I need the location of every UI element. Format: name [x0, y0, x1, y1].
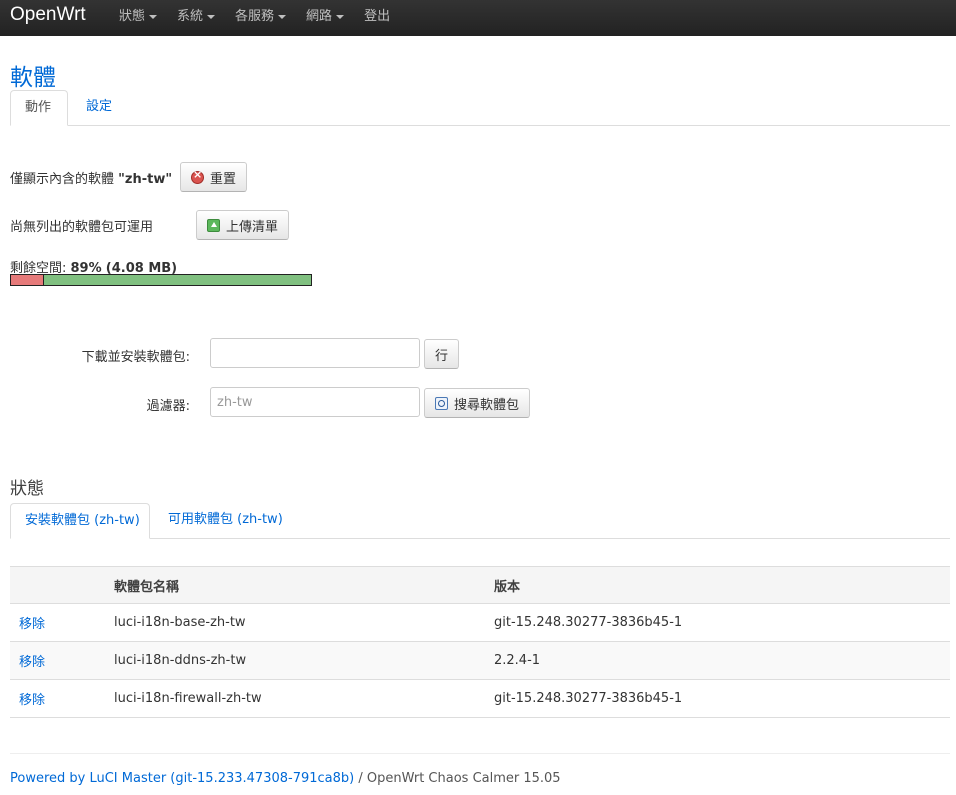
menu-status-label: 狀態	[119, 9, 146, 24]
install-package-input[interactable]	[210, 338, 420, 368]
filter-input[interactable]	[210, 387, 420, 417]
menu-system-label: 系統	[177, 9, 204, 24]
package-version: git-15.248.30277-3836b45-1	[485, 679, 950, 718]
no-list-notice: 尚無列出的軟體包可運用	[10, 220, 154, 235]
package-name: luci-i18n-base-zh-tw	[105, 603, 485, 642]
caret-down-icon	[207, 14, 216, 19]
table-row: 移除 luci-i18n-firewall-zh-tw git-15.248.3…	[10, 679, 950, 718]
menu-network-label: 網路	[306, 9, 333, 24]
menu-logout-label: 登出	[364, 9, 391, 24]
menu-logout[interactable]: 登出	[364, 0, 410, 36]
install-label: 下載並安裝軟體包:	[81, 350, 190, 365]
upload-list-button[interactable]: 上傳清單	[196, 210, 290, 240]
search-icon	[435, 396, 448, 410]
filter-label: 過濾器:	[146, 399, 190, 414]
status-section-title: 狀態	[10, 479, 44, 499]
tab-settings[interactable]: 設定	[72, 90, 126, 126]
footer-version: / OpenWrt Chaos Calmer 15.05	[354, 771, 561, 786]
filter-notice: 僅顯示內含的軟體 "zh-tw"	[10, 168, 172, 187]
remove-cell: 移除	[10, 679, 105, 718]
free-space-bar	[10, 274, 312, 286]
upload-icon	[207, 218, 220, 232]
reset-icon	[191, 168, 204, 184]
filter-notice-value: "zh-tw"	[118, 172, 173, 187]
header-version: 版本	[485, 566, 950, 604]
luci-link[interactable]: Powered by LuCI Master (git-15.233.47308…	[10, 771, 354, 786]
search-packages-button[interactable]: 搜尋軟體包	[424, 388, 531, 418]
footer-divider	[10, 753, 950, 754]
reset-button[interactable]: 重置	[180, 162, 248, 192]
package-name: luci-i18n-firewall-zh-tw	[105, 679, 485, 718]
reset-button-label: 重置	[210, 171, 237, 187]
filter-notice-text: 僅顯示內含的軟體	[10, 172, 119, 187]
table-row: 移除 luci-i18n-ddns-zh-tw 2.2.4-1	[10, 641, 950, 680]
caret-down-icon	[336, 14, 345, 19]
upload-button-label: 上傳清單	[226, 219, 279, 235]
install-go-button[interactable]: 行	[424, 339, 460, 369]
package-version: 2.2.4-1	[485, 641, 950, 680]
remove-cell: 移除	[10, 641, 105, 680]
menu-services[interactable]: 各服務	[235, 0, 306, 36]
package-version: git-15.248.30277-3836b45-1	[485, 603, 950, 642]
used-space-fill	[11, 275, 44, 285]
tab-installed-packages[interactable]: 安裝軟體包 (zh-tw)	[10, 503, 150, 539]
menu-network[interactable]: 網路	[306, 0, 364, 36]
menu-system[interactable]: 系統	[177, 0, 235, 36]
menu-status[interactable]: 狀態	[119, 0, 177, 36]
tab-actions[interactable]: 動作	[10, 90, 68, 126]
search-packages-label: 搜尋軟體包	[454, 397, 520, 413]
remove-link[interactable]: 移除	[19, 655, 45, 670]
top-navbar: OpenWrt 狀態 系統 各服務 網路 登出	[0, 0, 956, 36]
install-go-label: 行	[435, 348, 449, 364]
header-package-name: 軟體包名稱	[105, 566, 485, 604]
caret-down-icon	[278, 14, 287, 19]
tab-available-packages[interactable]: 可用軟體包 (zh-tw)	[154, 503, 297, 539]
page-title: 軟體	[10, 65, 56, 91]
header-action	[10, 566, 105, 604]
menu-services-label: 各服務	[235, 9, 275, 24]
page-tabs: 動作 設定	[10, 90, 950, 126]
table-row: 移除 luci-i18n-base-zh-tw git-15.248.30277…	[10, 603, 950, 642]
caret-down-icon	[149, 14, 158, 19]
footer: Powered by LuCI Master (git-15.233.47308…	[10, 771, 561, 786]
packages-table: 軟體包名稱 版本 移除 luci-i18n-base-zh-tw git-15.…	[10, 566, 950, 718]
brand-logo[interactable]: OpenWrt	[10, 4, 86, 26]
remove-cell: 移除	[10, 603, 105, 642]
main-menu: 狀態 系統 各服務 網路 登出	[119, 0, 410, 36]
package-name: luci-i18n-ddns-zh-tw	[105, 641, 485, 680]
remove-link[interactable]: 移除	[19, 617, 45, 632]
status-tabs: 安裝軟體包 (zh-tw) 可用軟體包 (zh-tw)	[10, 503, 950, 539]
table-header-row: 軟體包名稱 版本	[10, 566, 950, 604]
remove-link[interactable]: 移除	[19, 693, 45, 708]
